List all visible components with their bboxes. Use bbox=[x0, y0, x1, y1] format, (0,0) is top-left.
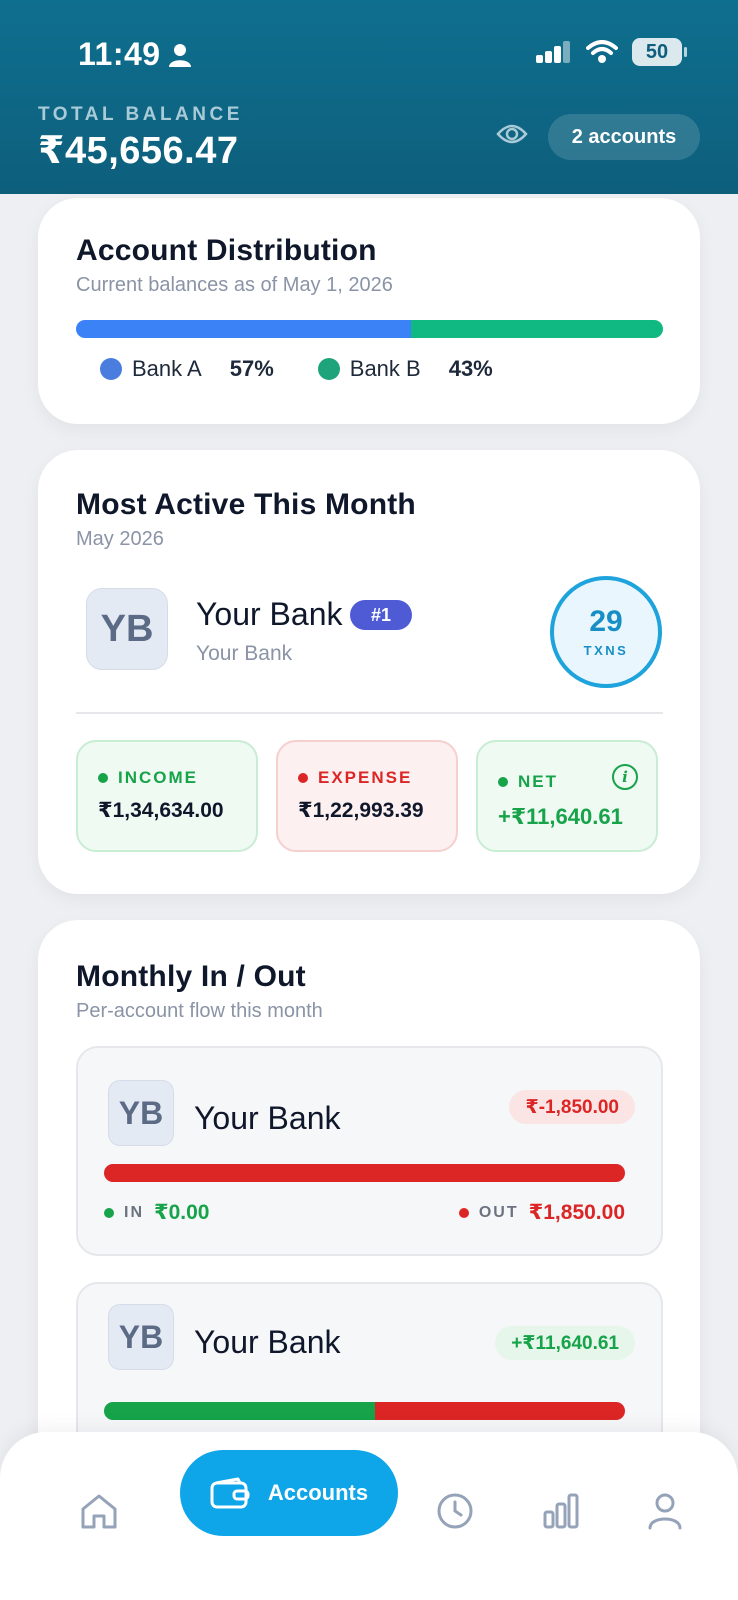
distribution-title: Account Distribution bbox=[76, 234, 377, 267]
distribution-bar bbox=[76, 320, 663, 338]
income-label-text: INCOME bbox=[118, 768, 198, 787]
income-stat: INCOME ₹1,34,634.00 bbox=[76, 740, 258, 852]
net-stat: NET i +₹11,640.61 bbox=[476, 740, 658, 852]
status-icons: 50 bbox=[536, 38, 687, 66]
distribution-card: Account Distribution Current balances as… bbox=[38, 198, 700, 424]
chart-icon[interactable] bbox=[542, 1492, 580, 1530]
battery-icon: 50 bbox=[632, 38, 687, 66]
flow-avatar: YB bbox=[108, 1304, 174, 1370]
net-label-text: NET bbox=[518, 772, 558, 791]
flow-out: OUT ₹1,850.00 bbox=[458, 1200, 625, 1225]
flow-bank-name: Your Bank bbox=[194, 1324, 341, 1360]
flow-out-value: ₹1,850.00 bbox=[528, 1201, 625, 1224]
flow-footer: IN ₹0.00 OUT ₹1,850.00 bbox=[104, 1200, 625, 1225]
flow-bar bbox=[104, 1164, 625, 1182]
expense-stat: EXPENSE ₹1,22,993.39 bbox=[276, 740, 458, 852]
most-active-card: Most Active This Month May 2026 YB Your … bbox=[38, 450, 700, 894]
profile-icon[interactable] bbox=[646, 1492, 684, 1530]
rank-badge: #1 bbox=[350, 600, 412, 630]
flow-avatar: YB bbox=[108, 1080, 174, 1146]
clock-icon[interactable] bbox=[436, 1492, 474, 1530]
legend-dot-bank-b bbox=[317, 358, 340, 380]
status-time-text: 11:49 bbox=[78, 36, 161, 72]
header: 11:49 50 TOTAL BALANCE ₹45,656.47 2 acco… bbox=[0, 0, 738, 194]
net-label: NET bbox=[498, 772, 558, 792]
flow-bar-in bbox=[104, 1402, 375, 1420]
flow-bar-out bbox=[104, 1164, 625, 1182]
legend-dot-bank-a bbox=[100, 358, 122, 380]
battery-level: 50 bbox=[645, 40, 669, 63]
home-icon[interactable] bbox=[80, 1492, 118, 1530]
most-active-title: Most Active This Month bbox=[76, 488, 416, 521]
income-label: INCOME bbox=[98, 768, 198, 788]
person-icon bbox=[168, 43, 191, 67]
nav-accounts-label: Accounts bbox=[267, 1480, 369, 1505]
legend-label-bank-b: Bank B bbox=[349, 356, 421, 381]
legend-pct-bank-a: 57% bbox=[229, 356, 274, 381]
flow-in-label: IN bbox=[124, 1203, 144, 1221]
flow-net-badge: +₹11,640.61 bbox=[495, 1326, 635, 1360]
expense-label-text: EXPENSE bbox=[318, 768, 413, 787]
flow-bar bbox=[104, 1402, 625, 1420]
txn-count: 29 bbox=[589, 604, 623, 638]
distribution-segment-bank-a bbox=[76, 320, 411, 338]
status-time: 11:49 bbox=[78, 36, 191, 73]
wallet-icon bbox=[210, 1477, 250, 1509]
legend-item-bank-a: Bank A 57% bbox=[100, 356, 274, 382]
flow-net-badge: ₹-1,850.00 bbox=[509, 1090, 635, 1124]
wifi-icon bbox=[586, 40, 618, 63]
income-value: ₹1,34,634.00 bbox=[98, 799, 224, 822]
nav-accounts[interactable]: Accounts bbox=[180, 1450, 398, 1536]
txn-count-ring: 29 TXNS bbox=[550, 576, 662, 688]
expense-value: ₹1,22,993.39 bbox=[298, 799, 424, 822]
total-balance-label: TOTAL BALANCE bbox=[38, 104, 243, 125]
net-value: +₹11,640.61 bbox=[498, 804, 623, 829]
distribution-segment-bank-b bbox=[410, 320, 663, 338]
signal-icon bbox=[536, 41, 570, 63]
monthly-subtitle: Per-account flow this month bbox=[76, 1000, 323, 1022]
monthly-title: Monthly In / Out bbox=[76, 960, 306, 993]
divider bbox=[76, 712, 663, 714]
expense-label: EXPENSE bbox=[298, 768, 412, 788]
legend-label-bank-a: Bank A bbox=[132, 356, 202, 381]
flow-out-label: OUT bbox=[478, 1203, 519, 1221]
flow-bank-name: Your Bank bbox=[194, 1100, 341, 1136]
accounts-count-button[interactable]: 2 accounts bbox=[548, 114, 700, 160]
eye-icon[interactable] bbox=[496, 122, 528, 146]
flow-in: IN ₹0.00 bbox=[104, 1200, 209, 1225]
txn-label: TXNS bbox=[583, 642, 629, 658]
bank-subtitle: Your Bank bbox=[196, 642, 293, 665]
distribution-legend: Bank A 57% Bank B 43% bbox=[76, 356, 493, 382]
flow-in-dot bbox=[104, 1207, 114, 1218]
bottom-nav: Accounts bbox=[0, 1432, 738, 1600]
most-active-subtitle: May 2026 bbox=[76, 528, 164, 550]
net-dot bbox=[498, 777, 508, 787]
bank-name[interactable]: Your Bank bbox=[196, 596, 342, 633]
info-icon[interactable]: i bbox=[612, 764, 638, 790]
income-dot bbox=[98, 773, 108, 783]
legend-item-bank-b: Bank B 43% bbox=[317, 356, 493, 382]
flow-card[interactable]: YB Your Bank ₹-1,850.00 IN ₹0.00 OUT ₹1,… bbox=[76, 1046, 663, 1256]
bank-avatar: YB bbox=[86, 588, 168, 670]
expense-dot bbox=[298, 773, 308, 783]
distribution-subtitle: Current balances as of May 1, 2026 bbox=[76, 274, 393, 296]
legend-pct-bank-b: 43% bbox=[448, 356, 493, 381]
flow-out-dot bbox=[458, 1207, 469, 1218]
flow-in-value: ₹0.00 bbox=[154, 1201, 210, 1224]
total-balance-value: ₹45,656.47 bbox=[38, 130, 239, 172]
flow-bar-out bbox=[374, 1402, 625, 1420]
